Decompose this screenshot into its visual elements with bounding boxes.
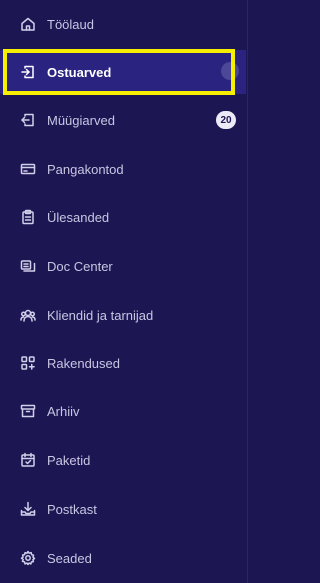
- sidebar-item-label: Ostuarved: [47, 64, 112, 80]
- clipboard-icon: [20, 209, 36, 225]
- archive-icon: [20, 403, 36, 419]
- sidebar-item-doc-center[interactable]: Doc Center: [0, 244, 246, 288]
- sidebar-item-seaded[interactable]: Seaded: [0, 536, 246, 580]
- bank-card-icon: [20, 161, 36, 177]
- users-icon: [20, 307, 36, 323]
- sidebar-item-ostuarved[interactable]: Ostuarved: [0, 50, 246, 94]
- sidebar-item-arhiiv[interactable]: Arhiiv: [0, 389, 246, 433]
- sidebar-item-label: Postkast: [47, 501, 97, 517]
- invoice-in-icon: [20, 64, 36, 80]
- sidebar-item-label: Pangakontod: [47, 161, 124, 177]
- sidebar-item-label: Arhiiv: [47, 403, 80, 419]
- sidebar-item-pangakontod[interactable]: Pangakontod: [0, 147, 246, 191]
- sidebar-item-label: Doc Center: [47, 258, 113, 274]
- sidebar-item-paketid[interactable]: Paketid: [0, 438, 246, 482]
- sidebar-item-toolaud[interactable]: Töölaud: [0, 2, 246, 46]
- documents-icon: [20, 258, 36, 274]
- invoice-out-icon: [20, 112, 36, 128]
- inbox-download-icon: [20, 501, 36, 517]
- unread-count-badge: 20: [216, 111, 236, 129]
- sidebar: Töölaud Ostuarved Müügiarved 20 Pangakon…: [0, 0, 248, 583]
- sidebar-item-label: Müügiarved: [47, 112, 115, 128]
- sidebar-item-rakendused[interactable]: Rakendused: [0, 341, 246, 385]
- calendar-icon: [20, 452, 36, 468]
- sidebar-item-label: Töölaud: [47, 16, 94, 32]
- sidebar-item-label: Ülesanded: [47, 209, 110, 225]
- apps-icon: [20, 355, 36, 371]
- sidebar-item-ulesanded[interactable]: Ülesanded: [0, 195, 246, 239]
- sidebar-item-muugiarved[interactable]: Müügiarved 20: [0, 98, 246, 142]
- gear-icon: [20, 550, 36, 566]
- sidebar-item-label: Seaded: [47, 550, 92, 566]
- sidebar-item-postkast[interactable]: Postkast: [0, 487, 246, 531]
- sidebar-item-label: Paketid: [47, 452, 91, 468]
- collapse-toggle[interactable]: [221, 62, 239, 80]
- sidebar-item-label: Kliendid ja tarnijad: [47, 307, 154, 323]
- sidebar-item-kliendid-ja-tarnijad[interactable]: Kliendid ja tarnijad: [0, 293, 246, 337]
- sidebar-item-label: Rakendused: [47, 355, 120, 371]
- home-icon: [20, 16, 36, 32]
